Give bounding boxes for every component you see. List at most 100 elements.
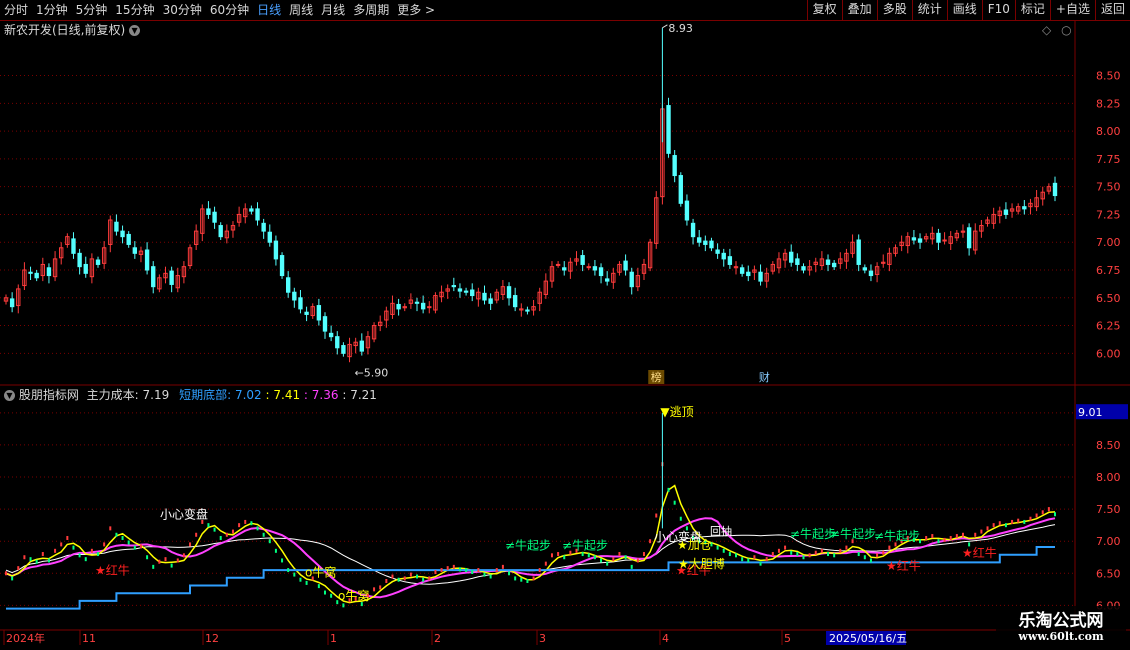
candle-body	[512, 295, 518, 308]
indicator-bar	[17, 566, 20, 571]
candle-body	[286, 277, 291, 293]
price-tick-label: 7.00	[1096, 236, 1121, 249]
cursor-date-label: 2025/05/16/五	[829, 632, 907, 645]
indicator-bar	[845, 545, 848, 550]
indicator-bar	[176, 558, 179, 563]
indicator-bar	[563, 555, 566, 560]
indicator-bar	[97, 552, 100, 557]
indicator-bar	[299, 577, 302, 582]
indicator-bar	[1011, 519, 1014, 524]
indicator-bar	[416, 574, 419, 579]
indicator-bar	[262, 532, 265, 537]
candle-body	[795, 258, 800, 265]
candle-body	[298, 297, 303, 310]
candle-body	[279, 255, 285, 277]
candle-body	[555, 263, 561, 266]
indicator-bar	[894, 542, 897, 547]
candle-body	[470, 289, 475, 297]
indicator-bar	[1017, 518, 1020, 523]
indicator-bar	[256, 526, 259, 531]
indicator-bar	[158, 559, 161, 564]
candle-body	[721, 252, 726, 260]
indicator-bar	[741, 557, 744, 562]
candle-body	[144, 249, 150, 271]
indicator-bar	[581, 552, 584, 557]
indicator-bar	[949, 535, 952, 540]
low-price-label: ←5.90	[355, 366, 389, 379]
candle-body	[715, 249, 720, 254]
indicator-bar	[317, 584, 320, 589]
candle-body	[709, 240, 714, 249]
indicator-bar	[391, 574, 394, 579]
indicator-bar	[483, 572, 486, 577]
indicator-bar	[495, 568, 498, 573]
candle-body	[580, 255, 585, 265]
candle-body	[868, 270, 874, 277]
indicator-bar	[274, 548, 277, 553]
indicator-bar	[790, 550, 793, 555]
candle-body	[427, 306, 432, 309]
indicator-bar	[544, 561, 547, 566]
candle-body	[463, 290, 469, 293]
candle-body	[586, 266, 591, 269]
time-axis-label: 2024年	[6, 631, 45, 645]
time-axis-label: 1	[330, 632, 337, 645]
indicator-bar	[796, 552, 799, 557]
candle-body	[690, 222, 696, 238]
signal-hongniu-1: ★红牛	[95, 563, 130, 578]
indicator-bar	[29, 557, 32, 562]
indicator-bar	[60, 542, 63, 547]
signal-hongniu-4: ★红牛	[962, 545, 997, 560]
chart-canvas[interactable]: 8.50 8.25 8.00 7.75 7.50 7.25 7.00 6.75 6.50 6.25…	[0, 0, 1130, 650]
candle-body	[604, 278, 610, 282]
indicator-bar	[863, 555, 866, 560]
candle-body	[703, 240, 708, 245]
candle-body	[758, 271, 763, 282]
candle-body	[9, 298, 15, 308]
indicator-bar	[477, 568, 480, 573]
price-tick-label: 8.25	[1096, 97, 1121, 110]
indicator-bar	[1004, 523, 1007, 528]
candle-body	[629, 271, 634, 288]
candle-body	[132, 247, 138, 254]
time-axis-label: 4	[662, 632, 669, 645]
candle-body	[592, 266, 598, 271]
indicator-bar	[213, 527, 216, 532]
indicator-bar	[250, 521, 253, 526]
indicator-bar	[342, 603, 345, 608]
candle-body	[273, 240, 279, 260]
indicator-bar	[115, 532, 118, 537]
price-tick-label: 8.00	[1096, 125, 1121, 138]
candle-body	[1003, 209, 1009, 215]
candle-body	[562, 267, 567, 271]
candle-body	[396, 303, 401, 310]
candle-body	[83, 263, 88, 274]
indicator-bar	[808, 553, 811, 558]
indicator-bar	[471, 570, 474, 574]
candle-body	[506, 286, 512, 299]
indicator-bar	[716, 545, 719, 550]
indicator-bar	[90, 548, 93, 553]
indicator-bar	[452, 564, 455, 569]
indicator-bar	[931, 534, 934, 539]
candle-body	[482, 292, 487, 301]
candle-body	[212, 211, 217, 223]
indicator-bar	[84, 557, 87, 562]
indicator-bar	[72, 545, 75, 550]
candle-body	[261, 222, 266, 232]
indicator-bar	[550, 553, 553, 558]
indicator-bar	[78, 553, 81, 558]
candle-body	[120, 230, 125, 238]
indicator-bar	[23, 555, 26, 560]
indicator-bar	[630, 564, 633, 569]
time-axis-label: 5	[784, 632, 791, 645]
indicator-bar	[722, 548, 725, 553]
candle-body	[678, 175, 683, 204]
indicator-bar	[379, 585, 382, 590]
indicator-bar	[152, 564, 155, 569]
indicator-bar	[612, 557, 615, 562]
indicator-bar	[385, 578, 388, 583]
candle-body	[77, 252, 82, 268]
indicator-bar	[323, 590, 326, 595]
candle-body	[34, 272, 39, 279]
